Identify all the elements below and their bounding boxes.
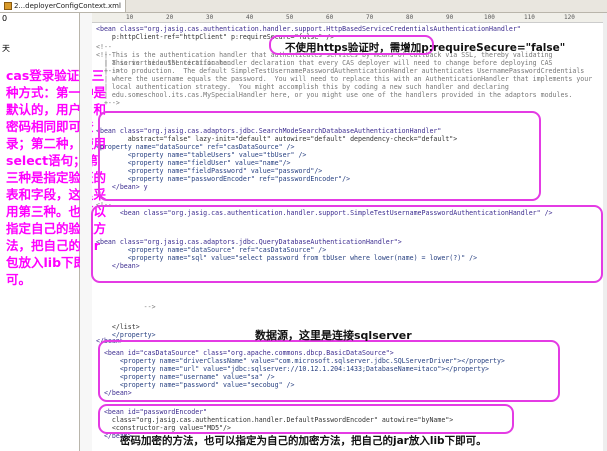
ruler-tick: 100 xyxy=(484,14,495,21)
left-pane-item[interactable]: 天 xyxy=(2,43,10,54)
code-line: --> xyxy=(96,303,156,311)
code-line: | edu.someschool.its.cas.MySpecialHandle… xyxy=(96,91,573,99)
ruler-tick: 70 xyxy=(366,14,374,21)
code-line: | local authentication strategy. You mig… xyxy=(96,83,509,91)
code-line: </list> xyxy=(96,323,140,331)
column-ruler: 10 20 30 40 50 60 70 80 90 100 110 120 xyxy=(92,13,607,23)
https-annotation: 不使用https验证时，需增加p:requireSecure="false" xyxy=(285,42,566,54)
code-line: | where the username equals the password… xyxy=(96,75,593,83)
datasource-highlight-box xyxy=(98,340,560,402)
ruler-tick: 90 xyxy=(446,14,454,21)
tab-label: 2...deployerConfigContext.xml xyxy=(14,2,121,10)
ruler-tick: 120 xyxy=(564,14,575,21)
ruler-tick: 110 xyxy=(524,14,535,21)
search-handler-highlight-box xyxy=(98,111,541,201)
editor-tab-bar: 2...deployerConfigContext.xml xyxy=(0,0,607,13)
xml-file-icon xyxy=(4,2,12,10)
ruler-tick: 40 xyxy=(246,14,254,21)
code-line: <!-- xyxy=(96,51,112,59)
code-line: <!-- xyxy=(96,43,112,51)
code-line: +--> xyxy=(96,99,120,107)
tab-deployer-config[interactable]: 2...deployerConfigContext.xml xyxy=(0,0,126,12)
ruler-tick: 10 xyxy=(126,14,134,21)
ruler-tick: 60 xyxy=(326,14,334,21)
vertical-scrollbar[interactable] xyxy=(603,13,607,451)
ruler-tick: 80 xyxy=(406,14,414,21)
query-handler-highlight-box xyxy=(91,205,603,283)
code-line: | into production. The default SimpleTes… xyxy=(96,67,585,75)
left-pane-item[interactable]: 0 xyxy=(2,14,7,23)
encoder-highlight-box xyxy=(98,404,514,434)
code-line: | This is the authentication handler dec… xyxy=(96,59,553,67)
ruler-tick: 50 xyxy=(286,14,294,21)
datasource-annotation: 数据源，这里是连接sqlserver xyxy=(255,329,412,342)
ruler-tick: 30 xyxy=(206,14,214,21)
encoder-annotation: 密码加密的方法，也可以指定为自己的加密方法，把自己的jar放入lib下即可。 xyxy=(120,435,487,447)
code-line: <bean class="org.jasig.cas.authenticatio… xyxy=(96,25,521,33)
ruler-tick: 20 xyxy=(166,14,174,21)
